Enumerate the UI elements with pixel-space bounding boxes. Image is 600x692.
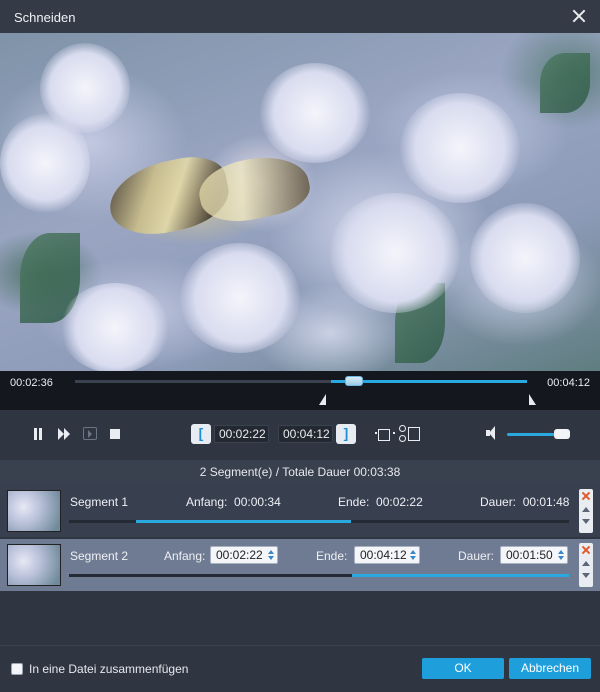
move-up-icon[interactable] [582, 507, 590, 512]
fast-forward-icon[interactable] [58, 428, 72, 440]
segment-duration: Dauer: 00:01:48 [480, 495, 569, 509]
video-flower [0, 113, 90, 213]
film-frame [408, 427, 420, 441]
scissors-icon[interactable] [399, 425, 421, 443]
video-flower [330, 193, 460, 313]
duration-value: 00:01:48 [522, 495, 570, 509]
playhead-handle[interactable] [345, 376, 363, 386]
segment-progress [69, 574, 569, 577]
video-flower [470, 203, 580, 313]
end-label: Ende: [338, 495, 370, 509]
end-value: 00:04:12 [360, 548, 407, 562]
title-bar: Schneiden [0, 0, 600, 33]
duration-label: Dauer: [458, 549, 495, 563]
end-marker-handle[interactable] [529, 394, 536, 405]
segment-list-empty-area [0, 593, 600, 645]
start-time-field[interactable]: 00:02:22 [214, 425, 269, 443]
start-label: Anfang: [164, 549, 206, 563]
segment-range [352, 574, 569, 577]
segment-thumbnail [7, 544, 61, 586]
move-down-icon[interactable] [582, 519, 590, 524]
start-marker-handle[interactable] [319, 394, 326, 405]
segment-name: Segment 1 [70, 495, 129, 509]
segment-thumbnail [7, 490, 61, 532]
crop-icon[interactable] [375, 426, 395, 442]
duration-value: 00:01:50 [506, 548, 553, 562]
delete-icon[interactable] [581, 491, 591, 501]
video-flower [60, 283, 170, 371]
total-time: 00:04:12 [547, 377, 590, 389]
start-value: 00:00:34 [234, 495, 281, 509]
ok-button[interactable]: OK [422, 658, 504, 679]
move-up-icon[interactable] [582, 561, 590, 566]
segment-row[interactable]: Segment 1 Anfang: 00:00:34 Ende: 00:02:2… [0, 485, 600, 537]
pause-icon[interactable] [32, 428, 44, 440]
segment-actions [579, 543, 593, 587]
video-flower [400, 93, 520, 203]
end-value: 00:02:22 [376, 495, 423, 509]
volume-icon[interactable] [486, 426, 500, 440]
merge-label: In eine Datei zusammenfügen [29, 662, 189, 676]
segment-end: Ende: 00:02:22 [338, 495, 423, 509]
close-icon[interactable] [572, 9, 586, 23]
volume-slider-handle[interactable] [554, 429, 570, 439]
control-bar: [ 00:02:22 00:04:12 ] [0, 410, 600, 460]
segment-progress [69, 520, 569, 523]
start-time-stepper[interactable]: 00:02:22 [210, 546, 278, 564]
merge-checkbox[interactable] [11, 663, 23, 675]
video-leaf [540, 53, 590, 113]
end-time-stepper[interactable]: 00:04:12 [354, 546, 420, 564]
segment-range [136, 520, 351, 523]
delete-icon[interactable] [581, 545, 591, 555]
segment-row[interactable]: Segment 2 Anfang: 00:02:22 Ende: 00:04:1… [0, 539, 600, 591]
video-preview [0, 33, 600, 371]
segment-start: Anfang: 00:00:34 [186, 495, 281, 509]
scissors-handle [399, 425, 406, 432]
set-end-button[interactable]: ] [336, 424, 356, 444]
video-butterfly [102, 133, 317, 263]
stop-icon[interactable] [110, 429, 120, 439]
stepper-arrows-icon[interactable] [268, 550, 274, 560]
cancel-button[interactable]: Abbrechen [509, 658, 591, 679]
window-title: Schneiden [14, 10, 76, 25]
stepper-arrows-icon[interactable] [410, 550, 416, 560]
duration-label: Dauer: [480, 495, 517, 509]
current-time: 00:02:36 [10, 377, 53, 389]
end-label: Ende: [316, 549, 348, 563]
frame-step-icon[interactable] [83, 427, 97, 440]
scissors-handle [399, 435, 406, 442]
timeline-track[interactable] [75, 376, 527, 386]
set-start-button[interactable]: [ [191, 424, 211, 444]
move-down-icon[interactable] [582, 573, 590, 578]
stepper-arrows-icon[interactable] [558, 550, 564, 560]
segment-name: Segment 2 [70, 549, 129, 563]
start-value: 00:02:22 [216, 548, 263, 562]
dialog-footer: In eine Datei zusammenfügen OK Abbrechen [0, 645, 600, 692]
timeline: 00:02:36 00:04:12 [0, 371, 600, 410]
segment-actions [579, 489, 593, 533]
start-label: Anfang: [186, 495, 228, 509]
segments-summary: 2 Segment(e) / Totale Dauer 00:03:38 [0, 460, 600, 485]
end-time-field[interactable]: 00:04:12 [278, 425, 333, 443]
video-flower [180, 243, 300, 353]
duration-stepper[interactable]: 00:01:50 [500, 546, 568, 564]
